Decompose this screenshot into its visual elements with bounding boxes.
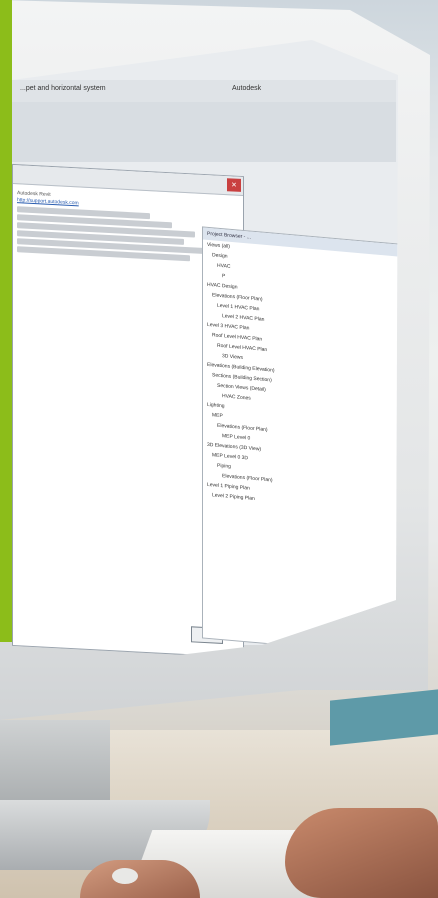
close-icon[interactable]: × xyxy=(227,178,241,192)
browser-tree: Views (all) Design HVAC P HVAC Design Elevati… xyxy=(203,239,398,516)
teal-book xyxy=(330,689,438,746)
right-hand xyxy=(285,808,438,898)
app-titlebar: ...pet and horizontal system Autodesk xyxy=(12,80,396,102)
project-browser: Project Browser - ... Views (all) Design H… xyxy=(202,226,398,656)
app-ribbon xyxy=(12,102,396,162)
ring xyxy=(112,868,138,884)
accent-bar xyxy=(0,0,12,642)
titlebar-text: ...pet and horizontal system xyxy=(20,85,106,92)
left-hand xyxy=(80,860,200,898)
monitor-screen: ...pet and horizontal system Autodesk × … xyxy=(12,40,398,659)
titlebar-app-name: Autodesk xyxy=(232,85,262,92)
